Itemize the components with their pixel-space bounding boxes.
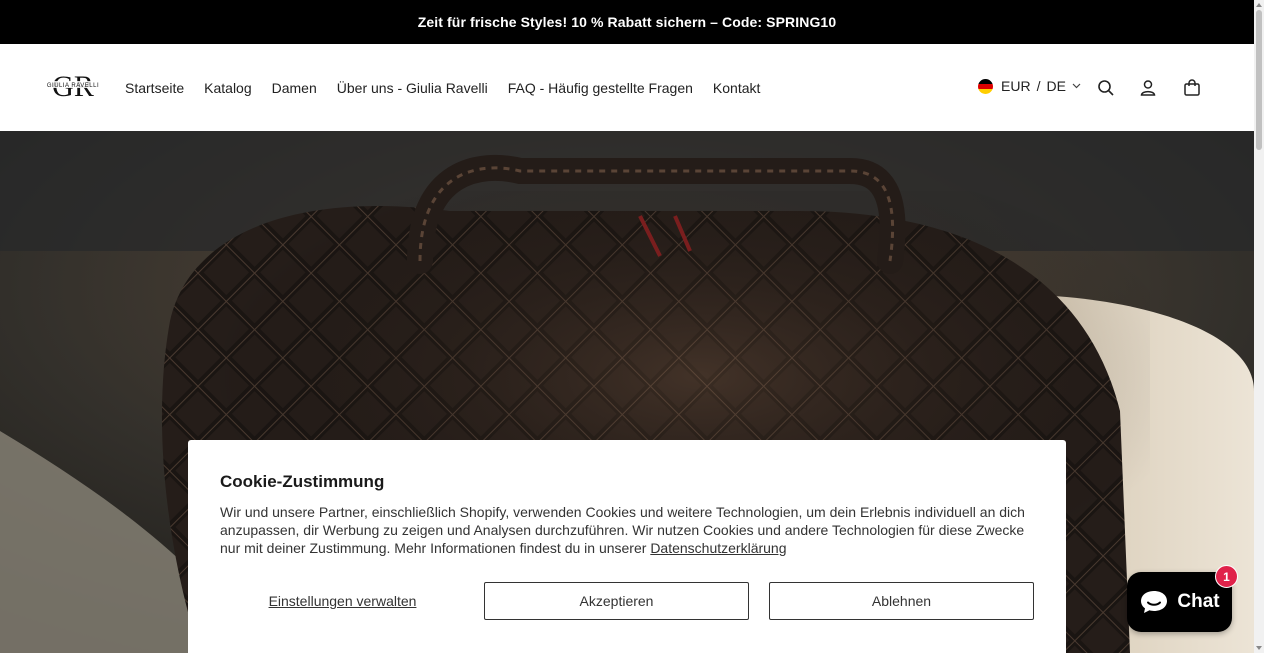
decline-button[interactable]: Ablehnen bbox=[769, 582, 1034, 620]
locale-selector[interactable]: EUR / DE bbox=[978, 78, 1081, 94]
cookie-consent-banner: Cookie-Zustimmung Wir und unsere Partner… bbox=[188, 440, 1066, 653]
logo-text: GIULIA RAVELLI bbox=[47, 83, 99, 89]
locale-separator: / bbox=[1036, 78, 1041, 94]
accept-button[interactable]: Akzeptieren bbox=[484, 582, 749, 620]
language-label: DE bbox=[1046, 78, 1066, 94]
cart-icon[interactable] bbox=[1182, 78, 1202, 98]
chevron-down-icon bbox=[1072, 83, 1081, 89]
nav-faq[interactable]: FAQ - Häufig gestellte Fragen bbox=[508, 80, 693, 96]
nav-kontakt[interactable]: Kontakt bbox=[713, 80, 760, 96]
main-navigation: Startseite Katalog Damen Über uns - Giul… bbox=[125, 44, 780, 131]
site-header: GR GIULIA RAVELLI Startseite Katalog Dam… bbox=[0, 44, 1254, 131]
announcement-bar: Zeit für frische Styles! 10 % Rabatt sic… bbox=[0, 0, 1254, 44]
cookie-body-text: Wir und unsere Partner, einschließlich S… bbox=[220, 504, 1025, 556]
announcement-text: Zeit für frische Styles! 10 % Rabatt sic… bbox=[417, 14, 837, 30]
scrollbar-thumb[interactable] bbox=[1256, 10, 1262, 150]
nav-damen[interactable]: Damen bbox=[272, 80, 317, 96]
chat-notification-badge: 1 bbox=[1215, 565, 1238, 588]
germany-flag-icon bbox=[978, 78, 993, 94]
scroll-up-icon[interactable] bbox=[1256, 3, 1262, 7]
manage-settings-button[interactable]: Einstellungen verwalten bbox=[220, 582, 465, 620]
chat-bubble-icon bbox=[1141, 591, 1168, 613]
cookie-body: Wir und unsere Partner, einschließlich S… bbox=[220, 503, 1040, 557]
chat-label: Chat bbox=[1177, 591, 1220, 612]
nav-ueber-uns[interactable]: Über uns - Giulia Ravelli bbox=[337, 80, 488, 96]
nav-startseite[interactable]: Startseite bbox=[125, 80, 184, 96]
search-icon[interactable] bbox=[1096, 78, 1116, 98]
scroll-down-icon[interactable] bbox=[1256, 646, 1262, 650]
currency-label: EUR bbox=[1001, 78, 1031, 94]
privacy-policy-link[interactable]: Datenschutzerklärung bbox=[650, 540, 786, 556]
account-icon[interactable] bbox=[1138, 78, 1158, 98]
nav-katalog[interactable]: Katalog bbox=[204, 80, 251, 96]
page-scrollbar[interactable] bbox=[1254, 0, 1264, 653]
brand-logo[interactable]: GR GIULIA RAVELLI bbox=[41, 69, 105, 107]
cookie-title: Cookie-Zustimmung bbox=[220, 472, 385, 491]
cookie-actions: Einstellungen verwalten Akzeptieren Able… bbox=[220, 582, 1034, 620]
